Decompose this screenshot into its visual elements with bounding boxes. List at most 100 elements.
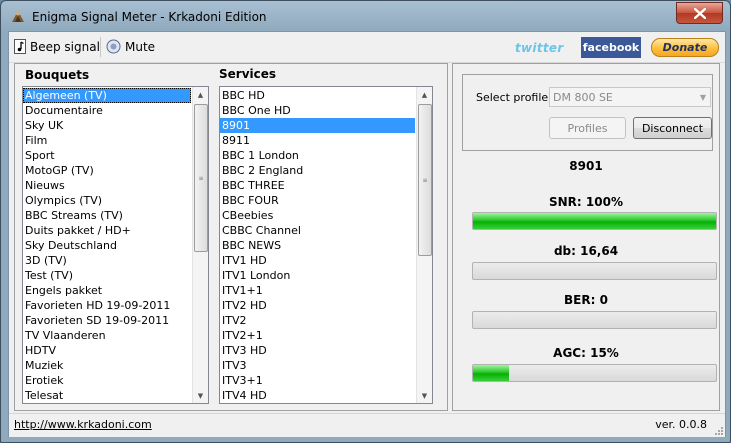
list-item[interactable]: Sky UK — [23, 118, 191, 133]
list-item[interactable]: Documentaire — [23, 103, 191, 118]
list-item[interactable]: Telesat — [23, 388, 191, 403]
bouquets-list[interactable]: Algemeen (TV) Documentaire Sky UK Film Sport… — [22, 86, 209, 404]
profile-select[interactable]: DM 800 SE ▼ — [549, 87, 711, 107]
list-item[interactable]: 8901 — [220, 118, 415, 133]
list-item[interactable]: Muziek — [23, 358, 191, 373]
version-label: ver. 0.0.8 — [655, 418, 707, 431]
agc-meter-fill — [473, 365, 510, 381]
list-item[interactable]: HDTV — [23, 343, 191, 358]
website-link[interactable]: http://www.krkadoni.com — [14, 418, 152, 431]
list-item[interactable]: CBBC Channel — [220, 223, 415, 238]
donate-label: Donate — [662, 41, 708, 54]
list-item[interactable]: BBC Streams (TV) — [23, 208, 191, 223]
facebook-label: facebook — [582, 41, 640, 54]
close-icon — [693, 7, 706, 19]
status-bar: http://www.krkadoni.com ver. 0.0.8 — [9, 413, 725, 437]
profiles-button-label: Profiles — [567, 121, 608, 135]
list-item[interactable]: MotoGP (TV) — [23, 163, 191, 178]
app-window: Enigma Signal Meter - Krkadoni Edition B… — [0, 0, 731, 443]
app-icon — [10, 8, 26, 24]
scroll-up-icon[interactable]: ▲ — [193, 87, 208, 102]
list-item[interactable]: ITV3+1 — [220, 373, 415, 388]
list-item[interactable]: Erotiek — [23, 373, 191, 388]
chevron-down-icon: ▼ — [699, 93, 706, 102]
list-item[interactable]: TV Vlaanderen — [23, 328, 191, 343]
mute-icon — [106, 39, 121, 54]
scroll-down-icon[interactable]: ▼ — [193, 388, 208, 403]
ber-meter — [472, 311, 717, 329]
list-item[interactable]: Sky Deutschland — [23, 238, 191, 253]
beep-signal-button[interactable]: Beep signal — [14, 39, 100, 54]
list-item[interactable]: Duits pakket / HD+ — [23, 223, 191, 238]
beep-signal-label: Beep signal — [30, 39, 100, 54]
agc-meter — [472, 364, 717, 382]
list-item[interactable]: Favorieten HD 19-09-2011 — [23, 298, 191, 313]
toolbar-separator — [100, 37, 101, 57]
donate-button[interactable]: Donate — [651, 38, 719, 57]
list-item[interactable]: ITV4 HD — [220, 388, 415, 403]
toolbar: Beep signal Mute twitter facebook Donate — [9, 32, 725, 63]
list-item[interactable]: Algemeen (TV) — [23, 88, 191, 103]
mute-button[interactable]: Mute — [106, 39, 155, 54]
list-item[interactable]: Film — [23, 133, 191, 148]
list-item[interactable]: Nieuws — [23, 178, 191, 193]
list-item[interactable]: BBC THREE — [220, 178, 415, 193]
list-item[interactable]: ITV3 — [220, 358, 415, 373]
list-item[interactable]: ITV1+1 — [220, 283, 415, 298]
db-meter — [472, 262, 717, 280]
list-item[interactable]: BBC NEWS — [220, 238, 415, 253]
resize-grip-icon[interactable] — [713, 425, 723, 435]
ber-label: BER: 0 — [564, 293, 608, 307]
list-item[interactable]: BBC HD — [220, 88, 415, 103]
list-item[interactable]: Olympics (TV) — [23, 193, 191, 208]
agc-label: AGC: 15% — [553, 346, 619, 360]
bouquets-scrollbar[interactable]: ▲ ≡ ▼ — [192, 87, 208, 403]
music-note-icon — [14, 39, 26, 54]
snr-label: SNR: 100% — [549, 195, 623, 209]
bouquets-header: Bouquets — [25, 68, 90, 82]
profile-select-value: DM 800 SE — [553, 91, 613, 104]
scroll-up-icon[interactable]: ▲ — [417, 87, 432, 102]
list-item[interactable]: BBC One HD — [220, 103, 415, 118]
list-item[interactable]: ITV1 London — [220, 268, 415, 283]
scroll-thumb[interactable]: ≡ — [194, 104, 208, 252]
mute-label: Mute — [125, 39, 156, 54]
list-item[interactable]: ITV2+1 — [220, 328, 415, 343]
services-header: Services — [219, 67, 277, 81]
services-scrollbar[interactable]: ▲ ≡ ▼ — [416, 87, 432, 403]
list-item[interactable]: Sport — [23, 148, 191, 163]
list-item[interactable]: BBC 2 England — [220, 163, 415, 178]
scroll-down-icon[interactable]: ▼ — [417, 388, 432, 403]
window-title: Enigma Signal Meter - Krkadoni Edition — [32, 10, 267, 24]
profile-group: Select profile: DM 800 SE ▼ Profiles Dis… — [462, 74, 713, 151]
disconnect-button[interactable]: Disconnect — [633, 117, 712, 139]
select-profile-label: Select profile: — [476, 91, 552, 104]
list-item[interactable]: ITV2 HD — [220, 298, 415, 313]
list-item[interactable]: ITV2 — [220, 313, 415, 328]
list-item[interactable]: ITV3 HD — [220, 343, 415, 358]
title-bar[interactable]: Enigma Signal Meter - Krkadoni Edition — [1, 1, 730, 31]
close-button[interactable] — [676, 2, 723, 24]
channel-name: 8901 — [569, 159, 603, 173]
services-list[interactable]: BBC HD BBC One HD 8901 8911 BBC 1 London BBC … — [219, 86, 433, 404]
list-item[interactable]: BBC FOUR — [220, 193, 415, 208]
signal-panel: Select profile: DM 800 SE ▼ Profiles Dis… — [452, 63, 720, 411]
list-item[interactable]: 8911 — [220, 133, 415, 148]
disconnect-button-label: Disconnect — [641, 121, 704, 135]
list-item[interactable]: 3D (TV) — [23, 253, 191, 268]
db-label: db: 16,64 — [553, 244, 619, 258]
client-area: Beep signal Mute twitter facebook Donate… — [8, 31, 726, 437]
scroll-thumb[interactable]: ≡ — [418, 104, 432, 256]
profiles-button[interactable]: Profiles — [549, 117, 626, 139]
snr-meter — [472, 212, 717, 230]
list-item[interactable]: BBC 1 London — [220, 148, 415, 163]
list-item[interactable]: Test (TV) — [23, 268, 191, 283]
list-item[interactable]: Engels pakket — [23, 283, 191, 298]
facebook-button[interactable]: facebook — [581, 37, 641, 58]
snr-meter-fill — [473, 213, 716, 229]
lists-panel: Bouquets Services Algemeen (TV) Documenta… — [14, 63, 448, 411]
twitter-button[interactable]: twitter — [515, 41, 564, 55]
list-item[interactable]: CBeebies — [220, 208, 415, 223]
list-item[interactable]: Favorieten SD 19-09-2011 — [23, 313, 191, 328]
list-item[interactable]: ITV1 HD — [220, 253, 415, 268]
